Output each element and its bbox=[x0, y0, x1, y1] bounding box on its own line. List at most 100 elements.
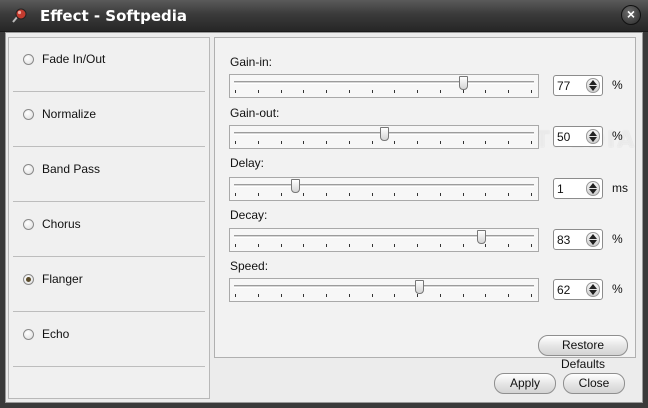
param-label-gain-in: Gain-in: bbox=[230, 55, 273, 69]
slider-tick bbox=[280, 141, 282, 144]
speed-spinbox[interactable] bbox=[553, 279, 603, 300]
slider-tick bbox=[326, 90, 328, 93]
slider-tick bbox=[280, 294, 282, 297]
radio-fade-in-out[interactable] bbox=[23, 54, 34, 65]
slider-tick bbox=[371, 294, 373, 297]
slider-tick bbox=[531, 141, 532, 144]
slider-tick bbox=[394, 193, 396, 196]
slider-tick bbox=[303, 90, 305, 93]
slider-tick bbox=[485, 90, 487, 93]
decay-value[interactable] bbox=[557, 232, 585, 247]
slider-tick bbox=[508, 141, 510, 144]
slider-tick bbox=[280, 244, 282, 247]
slider-tick bbox=[235, 90, 236, 93]
slider-tick bbox=[485, 141, 487, 144]
speed-value[interactable] bbox=[557, 282, 585, 297]
slider-tick bbox=[439, 141, 441, 144]
title-bar: Effect - Softpedia × bbox=[0, 0, 648, 32]
slider-tick bbox=[417, 141, 419, 144]
slider-tick bbox=[257, 141, 259, 144]
slider-tick bbox=[508, 294, 510, 297]
slider-tick bbox=[326, 141, 328, 144]
slider-thumb[interactable] bbox=[291, 179, 300, 193]
effect-item-band-pass[interactable]: Band Pass bbox=[13, 148, 205, 202]
delay-slider[interactable] bbox=[229, 177, 539, 201]
radio-flanger[interactable] bbox=[23, 274, 34, 285]
effect-item-flanger[interactable]: Flanger bbox=[13, 258, 205, 312]
slider-thumb[interactable] bbox=[414, 280, 424, 294]
slider-tick bbox=[326, 244, 328, 247]
slider-tick bbox=[417, 90, 419, 93]
decay-slider[interactable] bbox=[229, 228, 539, 252]
effect-item-echo[interactable]: Echo bbox=[13, 313, 205, 367]
delay-spinbox[interactable] bbox=[553, 178, 603, 199]
slider-tick bbox=[348, 141, 350, 144]
apply-button[interactable]: Apply bbox=[494, 373, 556, 394]
restore-defaults-button[interactable]: Restore Defaults bbox=[538, 335, 628, 371]
gain-in-spinbox[interactable] bbox=[553, 75, 603, 96]
slider-tick bbox=[303, 141, 305, 144]
slider-tick bbox=[348, 90, 350, 93]
speed-slider[interactable] bbox=[229, 278, 539, 302]
gain-out-slider[interactable] bbox=[229, 125, 539, 149]
spin-arrows-icon[interactable] bbox=[586, 232, 600, 247]
slider-tick bbox=[462, 244, 464, 247]
slider-tick bbox=[303, 294, 305, 297]
slider-tick bbox=[531, 294, 532, 297]
effect-label: Chorus bbox=[42, 217, 81, 231]
slider-tick bbox=[485, 193, 487, 196]
slider-tick bbox=[508, 244, 510, 247]
radio-band-pass[interactable] bbox=[23, 164, 34, 175]
radio-normalize[interactable] bbox=[23, 109, 34, 120]
slider-tick bbox=[485, 294, 487, 297]
spin-arrows-icon[interactable] bbox=[586, 282, 600, 297]
slider-tick bbox=[303, 193, 305, 196]
unit-label: % bbox=[612, 78, 623, 92]
close-icon[interactable]: × bbox=[621, 5, 641, 25]
effect-label: Flanger bbox=[42, 272, 83, 286]
slider-tick bbox=[326, 193, 328, 196]
slider-tick bbox=[235, 141, 236, 144]
slider-tick bbox=[371, 90, 373, 93]
slider-tick bbox=[531, 90, 532, 93]
slider-tick bbox=[326, 294, 328, 297]
gain-out-value[interactable] bbox=[557, 129, 585, 144]
radio-echo[interactable] bbox=[23, 329, 34, 340]
slider-tick bbox=[417, 244, 419, 247]
unit-label: % bbox=[612, 232, 623, 246]
slider-tick bbox=[348, 193, 350, 196]
close-button[interactable]: Close bbox=[563, 373, 625, 394]
delay-value[interactable] bbox=[557, 181, 585, 196]
slider-tick bbox=[348, 244, 350, 247]
effect-item-normalize[interactable]: Normalize bbox=[13, 93, 205, 147]
slider-tick bbox=[462, 90, 464, 93]
dialog-client: Fade In/Out Normalize Band Pass Chorus F… bbox=[5, 32, 643, 403]
slider-tick bbox=[371, 141, 373, 144]
unit-label: % bbox=[612, 282, 623, 296]
spin-arrows-icon[interactable] bbox=[586, 129, 600, 144]
param-label-delay: Delay: bbox=[230, 156, 265, 170]
slider-tick bbox=[439, 193, 441, 196]
slider-tick bbox=[257, 294, 259, 297]
effect-item-fade-in-out[interactable]: Fade In/Out bbox=[13, 38, 205, 92]
slider-tick bbox=[257, 244, 259, 247]
gain-out-spinbox[interactable] bbox=[553, 126, 603, 147]
slider-thumb[interactable] bbox=[379, 127, 389, 141]
slider-tick bbox=[508, 193, 510, 196]
slider-tick bbox=[235, 193, 236, 196]
effect-item-chorus[interactable]: Chorus bbox=[13, 203, 205, 257]
spin-arrows-icon[interactable] bbox=[586, 181, 600, 196]
gain-in-slider[interactable] bbox=[229, 74, 539, 98]
spin-arrows-icon[interactable] bbox=[586, 78, 600, 93]
unit-label: ms bbox=[612, 181, 628, 195]
slider-tick bbox=[235, 294, 236, 297]
slider-tick bbox=[417, 294, 419, 297]
effect-parameters: SOFTPEDIA Gain-in: % Gain-out: % Delay: … bbox=[214, 37, 636, 371]
radio-chorus[interactable] bbox=[23, 219, 34, 230]
slider-thumb[interactable] bbox=[459, 76, 469, 90]
slider-tick bbox=[394, 141, 396, 144]
slider-thumb[interactable] bbox=[476, 230, 486, 244]
gain-in-value[interactable] bbox=[557, 78, 585, 93]
slider-tick bbox=[462, 193, 464, 196]
decay-spinbox[interactable] bbox=[553, 229, 603, 250]
